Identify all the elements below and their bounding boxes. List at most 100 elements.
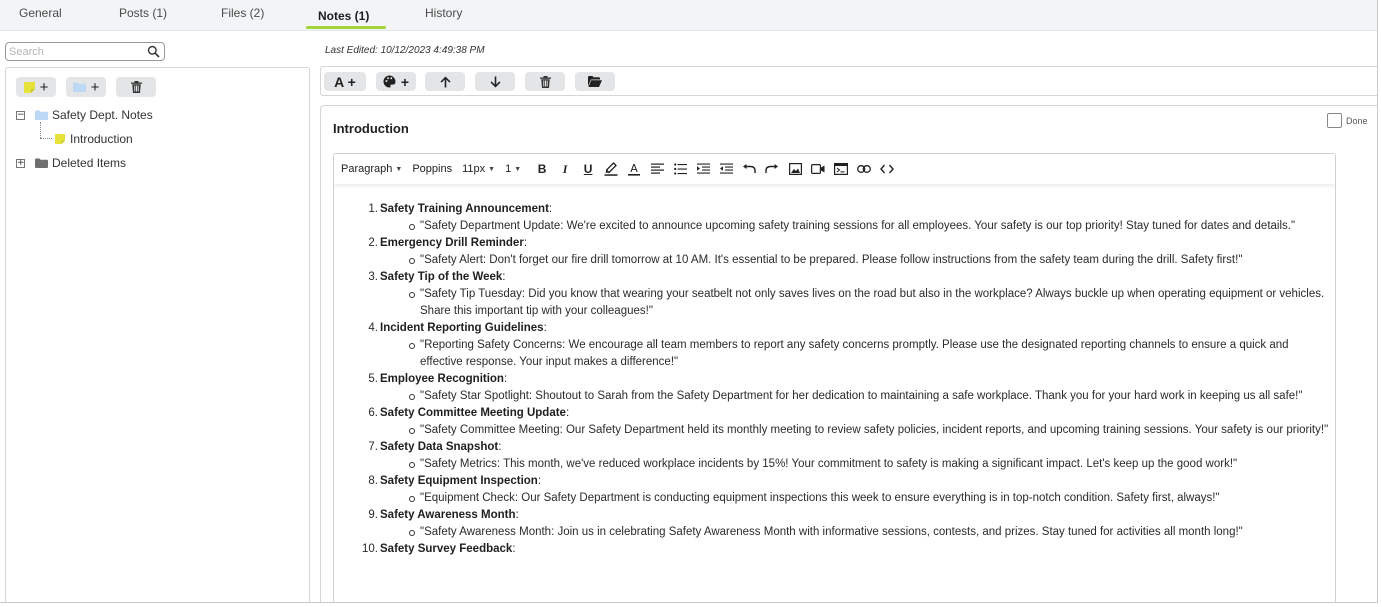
tree-folder-deleted-items[interactable]: Deleted Items (35, 156, 126, 170)
list-item-detail: "Safety Awareness Month: Join us in cele… (334, 524, 1335, 541)
arrow-down-icon (490, 76, 500, 87)
list-item-separator: : (502, 271, 506, 283)
underline-button[interactable]: U (581, 162, 595, 176)
move-up-button[interactable] (425, 72, 465, 91)
done-label: Done (1346, 115, 1368, 126)
chevron-down-icon: ▼ (395, 165, 403, 173)
link-icon (857, 165, 872, 173)
add-note-button[interactable]: + (16, 77, 56, 97)
bullet-list-button[interactable] (673, 162, 687, 176)
folder-open-icon (588, 76, 602, 87)
trash-icon (539, 75, 551, 88)
list-item: 7. Safety Data Snapshot: (334, 439, 1335, 456)
move-down-button[interactable] (475, 72, 515, 91)
note-title: Introduction (333, 121, 409, 136)
delete-note-button[interactable] (525, 72, 565, 91)
font-style-button[interactable]: A + (324, 72, 366, 91)
insert-video-button[interactable] (811, 162, 825, 176)
list-item: 4. Incident Reporting Guidelines: (334, 320, 1335, 337)
italic-icon: I (562, 161, 568, 176)
list-number: 3. (368, 271, 378, 283)
note-icon (55, 134, 65, 144)
list-item-separator: : (543, 322, 547, 334)
font-family-select[interactable]: Poppins (412, 163, 452, 175)
font-size-value: 11px (462, 163, 486, 175)
search-box (5, 42, 165, 61)
add-note-plus: + (39, 78, 49, 96)
list-item: 3. Safety Tip of the Week: (334, 269, 1335, 286)
insert-image-button[interactable] (788, 162, 802, 176)
tab-general[interactable]: General (19, 6, 62, 20)
font-color-button[interactable]: A (627, 162, 641, 176)
outdent-button[interactable] (719, 162, 733, 176)
tree-folder-label: Safety Dept. Notes (52, 108, 153, 122)
list-number: 7. (368, 441, 378, 453)
insert-link-button[interactable] (857, 162, 872, 176)
list-item: 6. Safety Committee Meeting Update: (334, 405, 1335, 422)
align-button[interactable] (650, 162, 664, 176)
block-format-value: Paragraph (341, 163, 393, 175)
delete-tree-item-button[interactable] (116, 77, 156, 97)
font-size-select[interactable]: 11px ▼ (462, 163, 495, 175)
rich-text-editor[interactable]: Paragraph ▼ Poppins 11px ▼ 1 ▼ B I U A 1… (333, 153, 1336, 602)
tab-files[interactable]: Files (2) (221, 6, 264, 20)
list-number: 4. (368, 322, 378, 334)
list-item-title: Incident Reporting Guidelines (380, 322, 544, 334)
italic-button[interactable]: I (558, 162, 572, 176)
sub-list: "Safety Metrics: This month, we've reduc… (334, 456, 1335, 473)
list-item-separator: : (515, 509, 519, 521)
notes-window: General Posts (1) Files (2) Notes (1) Hi… (0, 0, 1378, 603)
highlight-button[interactable] (604, 162, 618, 176)
tree-connector (40, 122, 41, 138)
svg-text:A: A (630, 162, 638, 175)
bold-button[interactable]: B (535, 162, 549, 176)
undo-icon (743, 164, 756, 173)
list-item-separator: : (512, 543, 516, 555)
collapse-toggle[interactable]: − (16, 111, 25, 120)
code-icon (880, 164, 895, 174)
tab-posts[interactable]: Posts (1) (119, 6, 167, 20)
done-checkbox[interactable] (1327, 113, 1342, 128)
note-color-button[interactable]: + (376, 72, 416, 91)
expand-toggle[interactable]: + (16, 159, 25, 168)
list-item-title: Safety Survey Feedback (380, 543, 513, 555)
underline-icon: U (583, 162, 593, 176)
trash-icon (130, 81, 142, 93)
add-folder-button[interactable]: + (66, 77, 106, 97)
undo-button[interactable] (742, 162, 756, 176)
move-to-folder-button[interactable] (575, 72, 615, 91)
tab-history[interactable]: History (425, 6, 462, 20)
list-item-detail: "Safety Committee Meeting: Our Safety De… (334, 422, 1335, 439)
note-content: 1. Safety Training Announcement: "Safety D… (334, 201, 1335, 558)
list-item: 10. Safety Survey Feedback: (334, 541, 1335, 558)
note-panel: Introduction Done Paragraph ▼ Poppins 11p… (320, 105, 1377, 602)
list-item-detail: "Equipment Check: Our Safety Department … (334, 490, 1335, 507)
sub-list: "Equipment Check: Our Safety Department … (334, 490, 1335, 507)
list-number: 10. (362, 543, 378, 555)
tree-note-introduction[interactable]: Introduction (55, 132, 133, 146)
list-item-title: Safety Equipment Inspection (380, 475, 538, 487)
list-item-separator: : (523, 237, 528, 249)
list-number: 6. (368, 407, 378, 419)
indent-button[interactable] (696, 162, 710, 176)
list-item-detail: "Safety Star Spotlight: Shoutout to Sara… (334, 388, 1335, 405)
tab-notes[interactable]: Notes (1) (318, 9, 369, 23)
list-number: 5. (368, 373, 378, 385)
add-folder-plus: + (90, 78, 100, 96)
list-item-title: Safety Data Snapshot (380, 441, 499, 453)
list-number: 9. (368, 509, 378, 521)
bullet-list-icon (673, 163, 687, 175)
code-view-button[interactable] (880, 162, 895, 176)
highlight-icon (604, 162, 618, 176)
tree-folder-safety-dept-notes[interactable]: Safety Dept. Notes (35, 108, 153, 122)
redo-button[interactable] (765, 162, 779, 176)
block-format-select[interactable]: Paragraph ▼ (341, 163, 402, 175)
sub-list: "Safety Tip Tuesday: Did you know that w… (334, 286, 1335, 320)
chevron-down-icon: ▼ (514, 165, 522, 173)
insert-embed-button[interactable] (834, 162, 849, 176)
search-input[interactable] (9, 44, 144, 59)
line-height-select[interactable]: 1 ▼ (505, 163, 521, 175)
search-icon[interactable] (147, 45, 160, 58)
list-number: 1. (368, 203, 378, 215)
list-item-separator: : (548, 203, 553, 215)
